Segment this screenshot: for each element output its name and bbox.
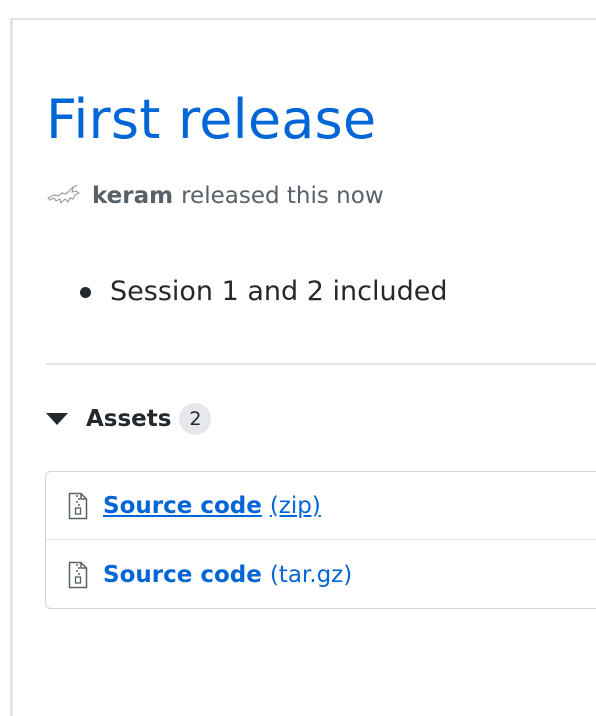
- asset-name[interactable]: Source code: [103, 562, 262, 588]
- release-note-text: Session 1 and 2 included: [110, 276, 448, 307]
- asset-ext[interactable]: (tar.gz): [270, 562, 352, 588]
- assets-count-badge: 2: [179, 403, 212, 435]
- author-link[interactable]: keram: [92, 183, 173, 209]
- triangle-down-icon[interactable]: [46, 413, 68, 425]
- release-meta: keram released this now: [46, 180, 384, 212]
- asset-name[interactable]: Source code: [103, 493, 262, 519]
- file-zip-icon: [68, 561, 88, 589]
- source-code-zip-link[interactable]: Source code (zip): [103, 493, 321, 519]
- asset-row: Source code (tar.gz): [46, 541, 596, 609]
- released-text: released this now: [181, 183, 384, 209]
- top-border: [10, 18, 596, 20]
- assets-list: Source code (zip) Source code (tar.gz): [45, 471, 596, 609]
- asset-ext[interactable]: (zip): [270, 493, 321, 519]
- assets-toggle[interactable]: Assets 2: [46, 401, 212, 437]
- source-code-targz-link[interactable]: Source code (tar.gz): [103, 562, 352, 588]
- file-zip-icon: [68, 492, 88, 519]
- asset-row: Source code (zip): [46, 472, 596, 540]
- left-border: [10, 18, 13, 716]
- assets-label[interactable]: Assets: [86, 406, 171, 432]
- release-page: First release keram released this now Se…: [0, 0, 596, 716]
- release-notes: Session 1 and 2 included: [46, 270, 447, 314]
- release-title[interactable]: First release: [46, 84, 376, 156]
- release-note-item: Session 1 and 2 included: [46, 270, 447, 314]
- bullet-icon: [80, 287, 91, 298]
- divider: [46, 363, 596, 365]
- avatar-icon[interactable]: [46, 184, 82, 208]
